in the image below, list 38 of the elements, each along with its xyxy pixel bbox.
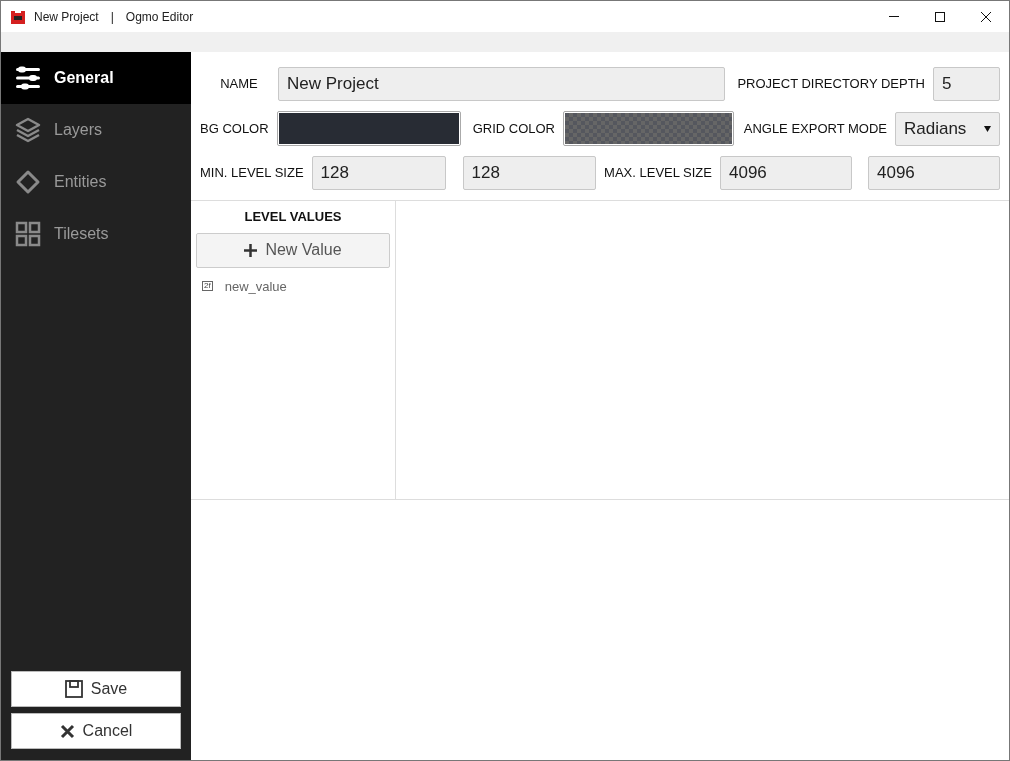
app-logo-icon	[10, 8, 26, 25]
sliders-icon	[15, 65, 41, 91]
sidebar-item[interactable]: General	[1, 52, 191, 104]
name-field[interactable]: New Project	[278, 67, 725, 101]
min-height-field[interactable]: 128	[462, 156, 596, 190]
close-icon	[981, 11, 991, 22]
minimize-icon	[889, 16, 899, 17]
max-height-field[interactable]: 4096	[868, 156, 1000, 190]
level-values-title: LEVEL VALUES	[243, 208, 343, 226]
sidebar-item[interactable]: Tilesets	[1, 208, 191, 260]
angle-mode-dropdown[interactable]: Radians	[895, 111, 1000, 146]
plus-icon	[244, 243, 258, 257]
name-label: NAME	[219, 75, 259, 94]
title-separator: |	[110, 8, 114, 26]
type-badge: 2f	[202, 281, 213, 292]
window-title: New Project	[34, 8, 99, 26]
min-size-label: MIN. LEVEL SIZE	[200, 164, 304, 183]
bg-color-label: BG COLOR	[200, 119, 269, 138]
sidebar-item[interactable]: Entities	[1, 156, 191, 208]
save-button[interactable]: Save	[11, 671, 181, 707]
new-value-button[interactable]: New Value	[196, 232, 390, 268]
dropdown-caret-icon	[984, 125, 991, 132]
value-list-item[interactable]: new_value	[224, 276, 287, 296]
grid-icon	[15, 221, 41, 247]
grid-color-label: GRID COLOR	[472, 119, 555, 138]
max-size-label: MAX. LEVEL SIZE	[604, 164, 712, 183]
app-name: Ogmo Editor	[125, 8, 194, 26]
min-width-field[interactable]: 128	[311, 156, 446, 190]
angle-mode-label: ANGLE EXPORT MODE	[743, 119, 887, 138]
layers-icon	[15, 117, 41, 143]
depth-field[interactable]: 5	[933, 67, 1000, 101]
maximize-icon	[935, 11, 945, 22]
cancel-button[interactable]: Cancel	[11, 713, 181, 749]
max-width-field[interactable]: 4096	[720, 156, 852, 190]
close-icon	[59, 723, 75, 739]
depth-label: PROJECT DIRECTORY DEPTH	[737, 75, 925, 94]
diamond-icon	[15, 169, 41, 195]
sidebar-item[interactable]: Layers	[1, 104, 191, 156]
